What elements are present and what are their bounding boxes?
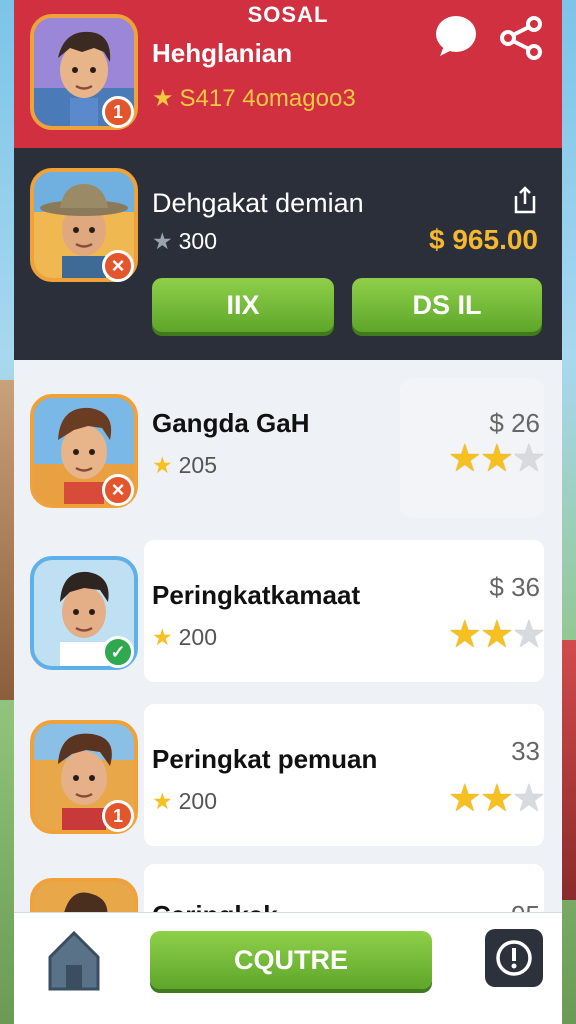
row-rating: ★★★: [447, 612, 546, 657]
home-icon: [48, 930, 100, 991]
chat-button[interactable]: [434, 14, 478, 58]
featured-right-button[interactable]: DS IL: [352, 278, 542, 332]
player-name: Hehglanian: [152, 38, 293, 68]
bottom-bar: CQUTRE: [14, 912, 562, 1024]
row-name: Gangda GaH: [152, 408, 310, 438]
star-icon: ★: [152, 624, 173, 650]
row-name: Peringkatkamaat: [152, 580, 361, 610]
star-filled-icon: ★: [447, 778, 482, 820]
star-icon: ★: [152, 85, 174, 112]
leaderboard-panel: SOSAL 1 Hehglanian ★ S417 4omagoo3 × Deh…: [14, 0, 562, 1024]
star-icon: ★: [152, 788, 173, 814]
star-filled-icon: ★: [447, 614, 482, 656]
rank-badge: 1: [102, 800, 134, 832]
star-icon: ★: [152, 452, 173, 478]
row-card: [144, 540, 544, 682]
star-filled-icon: ★: [479, 778, 514, 820]
player-coins: ★ S417 4omagoo3: [152, 84, 356, 113]
star-empty-icon: ★: [511, 614, 546, 656]
row-rating: ★★★: [447, 436, 546, 481]
home-button[interactable]: [46, 927, 102, 993]
star-filled-icon: ★: [447, 438, 482, 480]
share-button[interactable]: [498, 14, 546, 62]
share-icon: [500, 16, 542, 60]
featured-score: ★ 300: [152, 228, 217, 255]
row-price: 33: [511, 736, 540, 766]
star-filled-icon: ★: [479, 438, 514, 480]
player-coins-value: S417 4omagoo3: [179, 85, 356, 112]
row-score: ★ 205: [152, 452, 217, 479]
row-score-value: 205: [178, 452, 217, 478]
row-name: Peringkat pemuan: [152, 744, 378, 774]
continue-button[interactable]: CQUTRE: [150, 931, 432, 989]
row-card: [144, 704, 544, 846]
featured-left-button[interactable]: IIX: [152, 278, 334, 332]
star-filled-icon: ★: [479, 614, 514, 656]
alert-icon: [496, 940, 532, 976]
player-rank-badge: 1: [102, 96, 134, 128]
row-score: ★ 200: [152, 788, 217, 815]
star-empty-icon: ★: [511, 778, 546, 820]
row-rating: ★★★: [447, 776, 546, 821]
alert-button[interactable]: [485, 929, 543, 987]
featured-score-value: 300: [178, 228, 217, 254]
header: SOSAL 1 Hehglanian ★ S417 4omagoo3: [14, 0, 562, 148]
featured-name: Dehgakat demian: [152, 188, 364, 218]
row-score-value: 200: [178, 788, 217, 814]
row-price: $ 36: [489, 572, 540, 602]
list-item[interactable]: ✓ Peringkatkamaat ★ 200 $ 36 ★★★: [14, 540, 562, 688]
star-icon: ★: [152, 228, 173, 254]
featured-price: $ 965.00: [429, 224, 538, 255]
remove-badge[interactable]: ×: [102, 250, 134, 282]
export-icon[interactable]: [512, 186, 538, 214]
row-score: ★ 200: [152, 624, 217, 651]
list-item[interactable]: × Gangda GaH ★ 205 $ 26 ★★★: [14, 378, 562, 526]
chat-icon: [436, 16, 476, 56]
verified-badge: ✓: [102, 636, 134, 668]
list-item[interactable]: 1 Peringkat pemuan ★ 200 33 ★★★: [14, 704, 562, 852]
star-empty-icon: ★: [511, 438, 546, 480]
row-price: $ 26: [489, 408, 540, 438]
remove-badge[interactable]: ×: [102, 474, 134, 506]
row-score-value: 200: [178, 624, 217, 650]
featured-player-card: × Dehgakat demian ★ 300 $ 965.00 IIX DS I…: [14, 148, 562, 360]
